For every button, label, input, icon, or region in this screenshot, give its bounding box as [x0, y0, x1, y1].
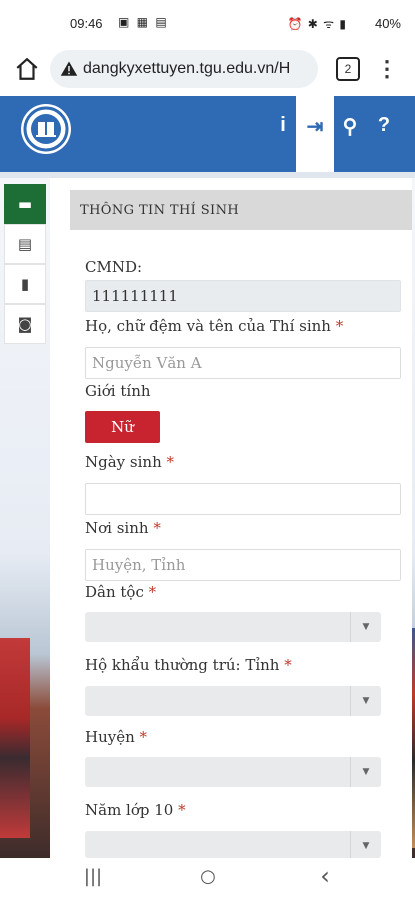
province-label-text: Hộ khẩu thường trú: Tỉnh	[85, 656, 280, 674]
birthplace-label: Nơi sinh *	[85, 519, 161, 537]
required-mark: *	[139, 728, 148, 746]
login-icon[interactable]: ⇥	[296, 96, 334, 172]
birthplace-label-text: Nơi sinh	[85, 519, 149, 537]
province-label: Hộ khẩu thường trú: Tỉnh *	[85, 656, 292, 674]
ethnicity-label: Dân tộc *	[85, 583, 156, 601]
ethnicity-label-text: Dân tộc	[85, 583, 144, 601]
gender-label: Giới tính	[85, 382, 151, 400]
tab-switcher-button[interactable]: 2	[336, 57, 360, 81]
required-mark: *	[148, 583, 157, 601]
search-icon[interactable]: ⚲	[335, 114, 365, 139]
province-select[interactable]: ▼	[85, 686, 381, 716]
help-icon[interactable]: ?	[369, 114, 399, 137]
tab-candidate-info[interactable]: ▬	[4, 184, 46, 224]
university-logo[interactable]	[20, 103, 72, 155]
fullname-input[interactable]: Nguyễn Văn A	[85, 347, 401, 379]
background-people-left	[0, 638, 30, 838]
home-nav-icon[interactable]: ○	[193, 866, 223, 887]
home-icon[interactable]	[14, 56, 40, 82]
district-label: Huyện *	[85, 728, 147, 746]
system-icons: ⏰ ✱ ᯤ ▮	[287, 17, 347, 31]
system-nav-bar: ||| ○ ‹	[0, 858, 415, 900]
required-mark: *	[166, 453, 175, 471]
clock: 09:46	[70, 16, 103, 31]
tab-checklist[interactable]: ▮	[4, 264, 46, 304]
back-icon[interactable]: ‹	[310, 862, 340, 890]
notification-icons: ▣ ▦ ▤	[118, 15, 169, 29]
chevron-down-icon: ▼	[350, 831, 381, 861]
gender-toggle-button[interactable]: Nữ	[85, 411, 160, 443]
recent-apps-icon[interactable]: |||	[78, 866, 108, 887]
address-bar[interactable]: dangkyxettuyen.tgu.edu.vn/H	[50, 50, 318, 88]
required-mark: *	[284, 656, 292, 674]
fullname-label: Họ, chữ đệm và tên của Thí sinh *	[85, 317, 343, 335]
status-bar: 09:46 ▣ ▦ ▤ ⏰ ✱ ᯤ ▮ 40%	[0, 0, 415, 44]
grade10-select[interactable]: ▼	[85, 831, 381, 861]
grade10-label-text: Năm lớp 10	[85, 801, 174, 819]
id-card-icon: ▬	[17, 195, 33, 213]
money-icon: ◙	[17, 315, 33, 333]
birthplace-input[interactable]: Huyện, Tỉnh	[85, 549, 401, 581]
cmnd-field[interactable]: 111111111	[85, 280, 401, 312]
browser-menu-icon[interactable]: ⋮	[376, 54, 398, 84]
district-label-text: Huyện	[85, 728, 135, 746]
dob-input[interactable]	[85, 483, 401, 515]
info-icon[interactable]: i	[268, 114, 298, 137]
grade10-label: Năm lớp 10 *	[85, 801, 186, 819]
district-select[interactable]: ▼	[85, 757, 381, 787]
section-title: THÔNG TIN THÍ SINH	[70, 190, 412, 230]
side-tab-menu: ▬ ▤ ▮ ◙	[4, 184, 46, 344]
tab-images[interactable]: ▤	[4, 224, 46, 264]
images-icon: ▤	[17, 235, 33, 253]
chevron-down-icon: ▼	[350, 686, 381, 716]
chevron-down-icon: ▼	[350, 757, 381, 787]
candidate-form-panel: THÔNG TIN THÍ SINH CMND: 111111111 Họ, c…	[50, 178, 412, 861]
cmnd-label: CMND:	[85, 258, 143, 276]
ethnicity-select[interactable]: ▼	[85, 612, 381, 642]
dob-label: Ngày sinh *	[85, 453, 174, 471]
required-mark: *	[153, 519, 161, 537]
battery-level: 40%	[374, 16, 401, 31]
required-mark: *	[335, 317, 344, 335]
browser-toolbar: dangkyxettuyen.tgu.edu.vn/H 2 ⋮	[0, 44, 415, 96]
tab-payment[interactable]: ◙	[4, 304, 46, 344]
site-header: i ⇥ ⚲ ?	[0, 96, 415, 172]
chevron-down-icon: ▼	[350, 612, 381, 642]
not-secure-warning-icon[interactable]	[60, 60, 78, 78]
required-mark: *	[178, 801, 186, 819]
clipboard-check-icon: ▮	[20, 275, 30, 293]
url-text[interactable]: dangkyxettuyen.tgu.edu.vn/H	[83, 60, 290, 78]
dob-label-text: Ngày sinh	[85, 453, 162, 471]
fullname-label-text: Họ, chữ đệm và tên của Thí sinh	[85, 317, 331, 335]
